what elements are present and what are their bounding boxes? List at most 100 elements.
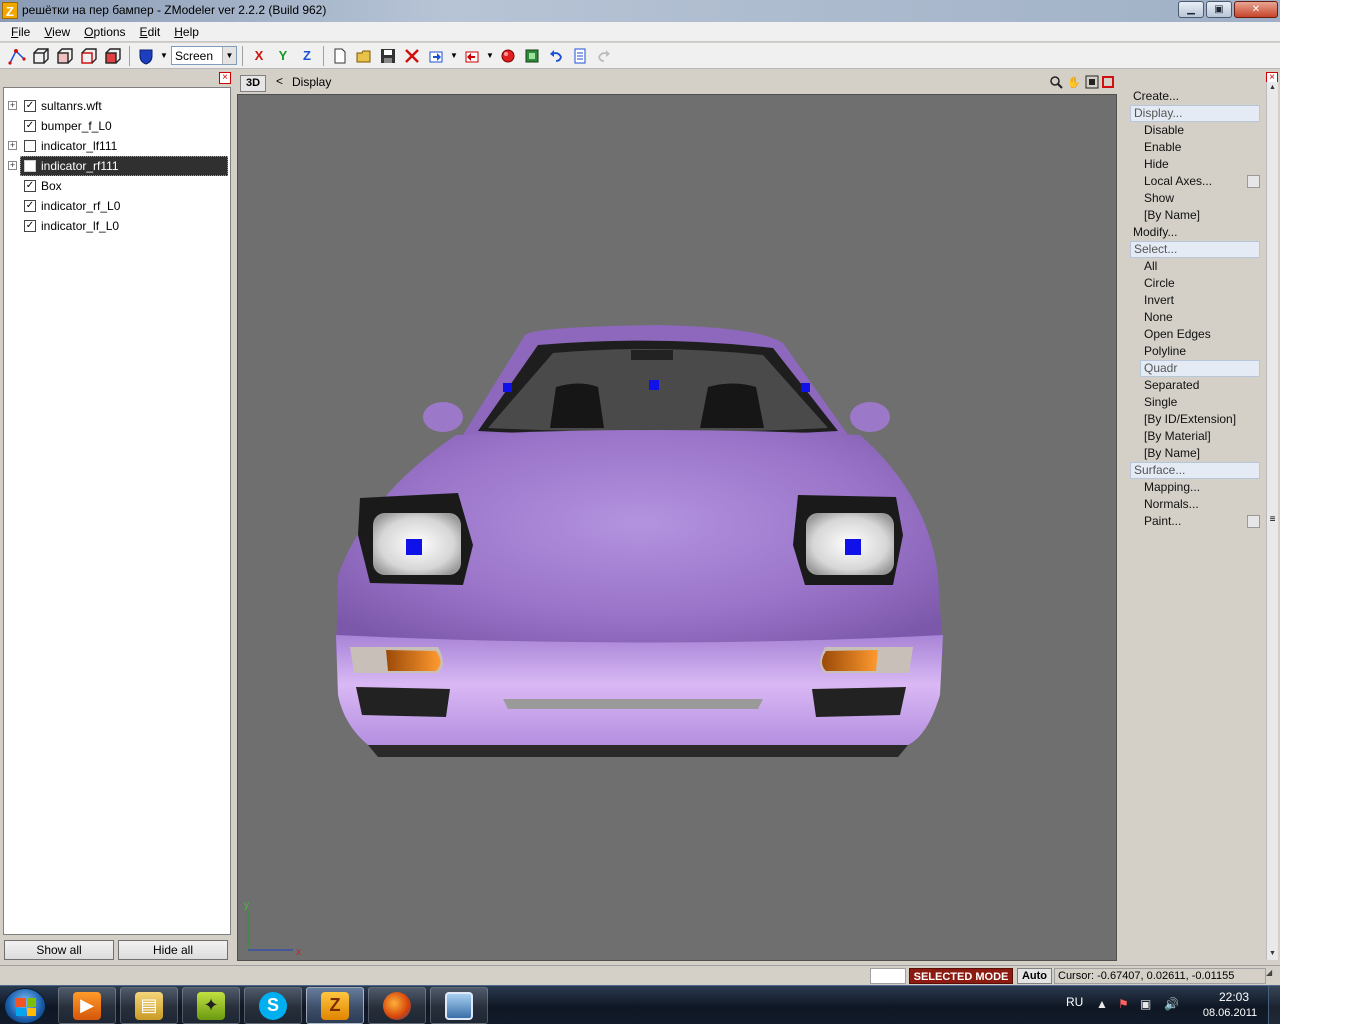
action-center-icon[interactable]: ⚑ xyxy=(1118,997,1129,1011)
vertex-mode-icon[interactable] xyxy=(6,45,28,67)
tree-node-indicator-lf111[interactable]: + indicator_lf111 xyxy=(4,136,230,156)
clock-time[interactable]: 22:03 xyxy=(1212,990,1256,1004)
scroll-down-icon[interactable]: ▼ xyxy=(1267,948,1278,960)
properties-icon[interactable] xyxy=(569,45,591,67)
expand-icon[interactable]: + xyxy=(8,141,17,150)
zoom-extents-icon[interactable] xyxy=(1084,74,1100,90)
menu-options[interactable]: Options xyxy=(77,25,132,39)
scene-tree[interactable]: + ✓ sultanrs.wft ✓ bumper_f_L0 + indicat… xyxy=(3,87,231,935)
command-by-name[interactable]: [By Name] xyxy=(1144,445,1200,462)
undo-icon[interactable] xyxy=(545,45,567,67)
command-modify[interactable]: Modify... xyxy=(1130,224,1260,241)
chevron-down-icon[interactable]: ▼ xyxy=(159,45,169,67)
command-mapping[interactable]: Mapping... xyxy=(1144,479,1200,496)
command-invert[interactable]: Invert xyxy=(1144,292,1174,309)
visibility-checkbox[interactable]: ✓ xyxy=(24,200,36,212)
shield-select-icon[interactable] xyxy=(135,45,157,67)
chevron-down-icon[interactable]: ▼ xyxy=(222,47,236,64)
object-mode-icon[interactable] xyxy=(78,45,100,67)
scroll-up-icon[interactable]: ▲ xyxy=(1267,82,1278,94)
render-icon[interactable] xyxy=(497,45,519,67)
command-circle[interactable]: Circle xyxy=(1144,275,1175,292)
chevron-down-icon[interactable]: ▼ xyxy=(449,45,459,67)
command-paint[interactable]: Paint... xyxy=(1144,513,1181,530)
plugin-icon[interactable] xyxy=(521,45,543,67)
command-single[interactable]: Single xyxy=(1144,394,1177,411)
close-button[interactable]: ✕ xyxy=(1234,1,1278,18)
open-folder-icon[interactable] xyxy=(353,45,375,67)
tree-node-indicator-lf-l0[interactable]: ✓ indicator_lf_L0 xyxy=(4,216,230,236)
maximize-viewport-icon[interactable] xyxy=(1102,76,1114,88)
tree-node-indicator-rf-l0[interactable]: ✓ indicator_rf_L0 xyxy=(4,196,230,216)
visibility-checkbox[interactable]: ✓ xyxy=(24,180,36,192)
surface-mode-icon[interactable] xyxy=(102,45,124,67)
taskbar-zmodeler[interactable]: Z xyxy=(306,987,364,1024)
command-local-axes[interactable]: Local Axes... xyxy=(1144,173,1212,190)
hide-all-button[interactable]: Hide all xyxy=(118,940,228,960)
command-display[interactable]: Display... xyxy=(1130,105,1260,122)
visibility-checkbox[interactable]: ✓ xyxy=(24,120,36,132)
show-desktop-button[interactable] xyxy=(1268,986,1280,1024)
taskbar-media-player[interactable]: ▶ xyxy=(58,987,116,1024)
command-by-name[interactable]: [By Name] xyxy=(1144,207,1200,224)
pan-hand-icon[interactable]: ✋ xyxy=(1066,74,1082,90)
redo-icon[interactable] xyxy=(593,45,615,67)
box-mode-icon[interactable] xyxy=(30,45,52,67)
command-by-material[interactable]: [By Material] xyxy=(1144,428,1211,445)
tray-expand-icon[interactable]: ▲ xyxy=(1096,997,1108,1011)
zmodeler-app-icon[interactable]: Z xyxy=(2,2,18,19)
command-panel-scrollbar[interactable]: ▲ ≡ ▼ xyxy=(1266,82,1278,960)
command-polyline[interactable]: Polyline xyxy=(1144,343,1186,360)
auto-button[interactable]: Auto xyxy=(1017,968,1052,984)
volume-icon[interactable]: 🔊 xyxy=(1164,997,1179,1011)
title-bar[interactable]: Z решётки на пер бампер - ZModeler ver 2… xyxy=(0,0,1280,22)
minimize-button[interactable]: ▁ xyxy=(1178,1,1204,18)
menu-help[interactable]: Help xyxy=(167,25,206,39)
command-separated[interactable]: Separated xyxy=(1144,377,1199,394)
view-3d-button[interactable]: 3D xyxy=(240,75,266,92)
command-enable[interactable]: Enable xyxy=(1144,139,1181,156)
taskbar-openiv[interactable]: ✦ xyxy=(182,987,240,1024)
axis-y-toggle[interactable]: Y xyxy=(272,45,294,67)
tree-node-indicator-rf111[interactable]: + indicator_rf111 xyxy=(4,156,230,176)
view-mode-select[interactable]: Screen ▼ xyxy=(171,46,237,65)
tree-node-bumper[interactable]: ✓ bumper_f_L0 xyxy=(4,116,230,136)
polygon-mode-icon[interactable] xyxy=(54,45,76,67)
command-hide[interactable]: Hide xyxy=(1144,156,1169,173)
tree-node-sultanrs[interactable]: + ✓ sultanrs.wft xyxy=(4,96,230,116)
delete-icon[interactable] xyxy=(401,45,423,67)
close-icon[interactable]: × xyxy=(219,72,231,84)
visibility-checkbox[interactable] xyxy=(24,160,36,172)
back-arrow-icon[interactable]: < xyxy=(276,74,283,88)
import-icon[interactable] xyxy=(425,45,447,67)
chevron-down-icon[interactable]: ▼ xyxy=(485,45,495,67)
command-open-edges[interactable]: Open Edges xyxy=(1144,326,1211,343)
3d-viewport[interactable]: y x xyxy=(237,94,1117,961)
menu-file[interactable]: File xyxy=(4,25,37,39)
command-none[interactable]: None xyxy=(1144,309,1173,326)
show-all-button[interactable]: Show all xyxy=(4,940,114,960)
command-normals[interactable]: Normals... xyxy=(1144,496,1199,513)
command-by-id-extension[interactable]: [By ID/Extension] xyxy=(1144,411,1236,428)
clock-date[interactable]: 08.06.2011 xyxy=(1200,1007,1260,1019)
export-icon[interactable] xyxy=(461,45,483,67)
command-surface[interactable]: Surface... xyxy=(1130,462,1260,479)
menu-view[interactable]: View xyxy=(37,25,77,39)
visibility-checkbox[interactable]: ✓ xyxy=(24,100,36,112)
command-option-checkbox[interactable] xyxy=(1247,175,1260,188)
taskbar-skype[interactable]: S xyxy=(244,987,302,1024)
command-select[interactable]: Select... xyxy=(1130,241,1260,258)
tree-node-box[interactable]: ✓ Box xyxy=(4,176,230,196)
expand-icon[interactable]: + xyxy=(8,161,17,170)
taskbar-image-viewer[interactable] xyxy=(430,987,488,1024)
command-option-checkbox[interactable] xyxy=(1247,515,1260,528)
axis-x-toggle[interactable]: X xyxy=(248,45,270,67)
command-create[interactable]: Create... xyxy=(1130,88,1260,105)
save-icon[interactable] xyxy=(377,45,399,67)
maximize-button[interactable]: ▣ xyxy=(1206,1,1232,18)
language-indicator[interactable]: RU xyxy=(1066,995,1083,1009)
visibility-checkbox[interactable]: ✓ xyxy=(24,220,36,232)
network-icon[interactable]: ▣ xyxy=(1140,997,1151,1011)
taskbar-firefox[interactable] xyxy=(368,987,426,1024)
new-file-icon[interactable] xyxy=(329,45,351,67)
